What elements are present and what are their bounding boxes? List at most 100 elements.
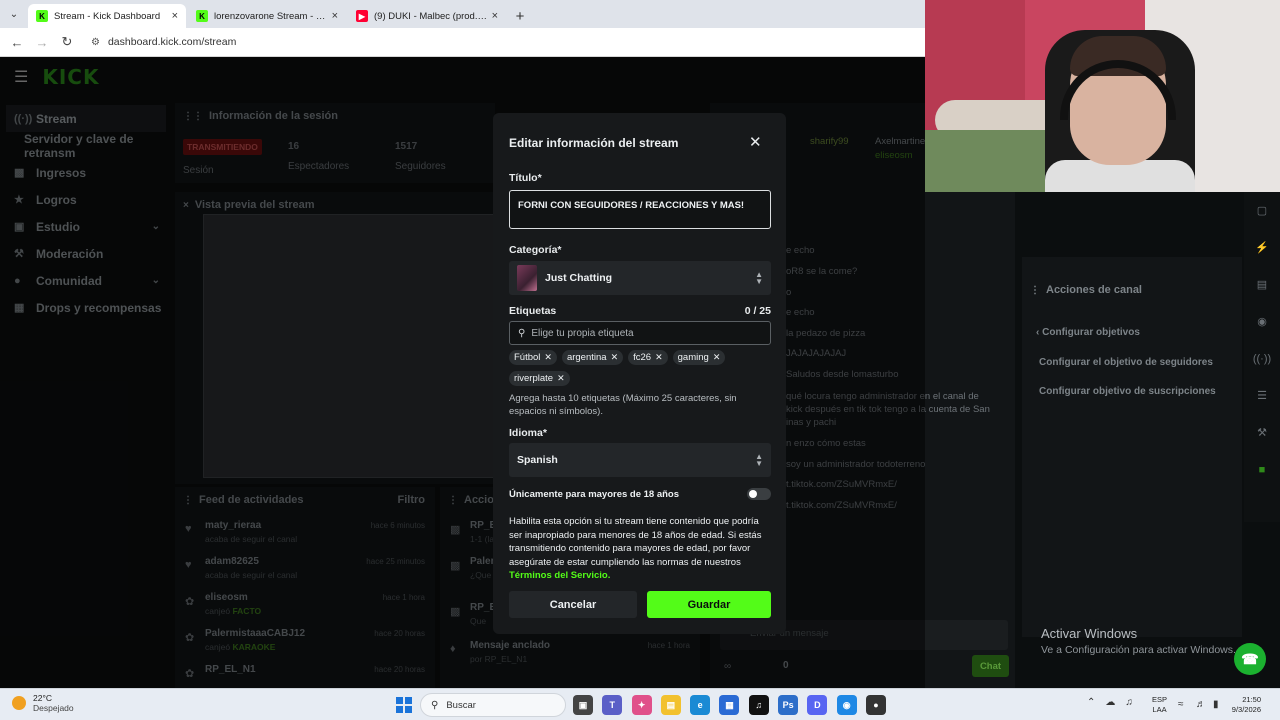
microphone-icon[interactable]: ♫ [1125, 697, 1133, 708]
discord-icon[interactable]: D [807, 695, 828, 715]
configure-goals-back[interactable]: ‹ Configurar objetivos [1036, 327, 1140, 338]
activate-sub: Ve a Configuración para activar Windows. [1041, 644, 1236, 656]
tag-chip-label: riverplate [514, 373, 554, 384]
tab-close-icon[interactable]: × [492, 10, 498, 22]
tab-search-chevron-icon[interactable]: ⌄ [0, 0, 28, 28]
windows-start-icon[interactable] [396, 697, 412, 713]
url-field[interactable]: ⚙ dashboard.kick.com/stream [91, 36, 236, 48]
document-icon[interactable]: ▤ [1244, 266, 1280, 303]
photoshop-icon[interactable]: Ps [778, 695, 799, 715]
windows-taskbar: 22°C Despejado ⚲ Buscar ▣ T ✦ ▤ e ▦ ♫ Ps … [0, 688, 1280, 720]
browser-tab-lorenzovarone[interactable]: K lorenzovarone Stream - Watch × [188, 4, 346, 28]
tag-chip: riverplate ✕ [509, 371, 570, 386]
close-icon[interactable]: ✕ [749, 133, 762, 151]
toggle-knob [749, 490, 757, 498]
wifi-icon[interactable]: ≈ [1178, 699, 1184, 710]
tab-title: lorenzovarone Stream - Watch [214, 10, 328, 22]
taskbar-search-label: Buscar [446, 699, 476, 711]
language-label: Idioma* [509, 427, 547, 439]
tag-chip-label: gaming [677, 352, 709, 363]
edge-icon[interactable]: e [690, 695, 711, 715]
remove-tag-icon[interactable]: ✕ [557, 373, 565, 384]
teams-icon[interactable]: T [602, 695, 623, 715]
drag-handle-icon[interactable]: ⋮ [1030, 285, 1040, 296]
tag-search-input[interactable]: ⚲ Elige tu propia etiqueta [509, 321, 771, 345]
modal-backdrop[interactable] [0, 57, 925, 688]
chevron-left-icon: ‹ [1036, 327, 1040, 338]
tag-chip: gaming ✕ [672, 350, 726, 365]
remove-tag-icon[interactable]: ✕ [655, 352, 663, 363]
broadcast-icon[interactable]: ((·)) [1244, 340, 1280, 377]
weather-desc: Despejado [33, 703, 74, 713]
clock-time: 21:50 [1242, 695, 1261, 704]
site-settings-icon[interactable]: ⚙ [91, 37, 100, 48]
subs-goal-option[interactable]: Configurar objetivo de suscripciones [1039, 386, 1216, 397]
followers-goal-option[interactable]: Configurar el objetivo de seguidores [1039, 357, 1213, 368]
remove-tag-icon[interactable]: ✕ [611, 352, 619, 363]
tab-close-icon[interactable]: × [332, 10, 338, 22]
language-value: Spanish [517, 454, 558, 466]
language-indicator[interactable]: ESP LAA [1152, 695, 1167, 715]
weather-widget[interactable]: 22°C Despejado [12, 693, 74, 713]
tag-chip-label: Fútbol [514, 352, 541, 363]
task-view-icon[interactable]: ▣ [573, 695, 593, 715]
store-icon[interactable]: ▦ [719, 695, 740, 715]
youtube-favicon-icon: ▶ [356, 10, 368, 22]
file-explorer-icon[interactable]: ▤ [660, 695, 681, 715]
tab-title: (9) DUKI - Malbec (prod. Bizarr [374, 10, 488, 22]
taskbar-clock[interactable]: 21:50 9/3/2026 [1231, 695, 1261, 715]
activate-windows-watermark: Activar Windows Ve a Configuración para … [1041, 626, 1236, 656]
browser-tab-kick-dashboard[interactable]: K Stream - Kick Dashboard × [28, 4, 186, 28]
channel-actions-panel: ⋮ Acciones de canal ‹ Configurar objetivo… [1022, 257, 1242, 637]
battery-icon[interactable]: ▮ [1213, 699, 1219, 710]
webcam-overlay [925, 0, 1280, 192]
copilot-icon[interactable]: ✦ [631, 695, 652, 715]
lightning-icon[interactable]: ⚡ [1244, 229, 1280, 266]
new-tab-plus-icon[interactable]: + [508, 4, 532, 28]
drag-icon[interactable]: ▢ [1244, 192, 1280, 229]
chat-bubble-icon[interactable]: ◉ [1244, 303, 1280, 340]
help-headset-icon[interactable]: ☎ [1234, 643, 1266, 675]
save-button[interactable]: Guardar [647, 591, 771, 618]
remove-tag-icon[interactable]: ✕ [544, 352, 552, 363]
chat-send-button[interactable]: Chat [972, 655, 1009, 677]
channel-actions-title: Acciones de canal [1046, 284, 1142, 296]
list-icon[interactable]: ☰ [1244, 377, 1280, 414]
wrench-icon[interactable]: ⚒ [1244, 414, 1280, 451]
remove-tag-icon[interactable]: ✕ [713, 352, 721, 363]
tags-label: Etiquetas [509, 305, 557, 317]
system-tray: ⌃ ☁ ♫ [1087, 697, 1143, 708]
search-icon: ⚲ [431, 699, 439, 711]
browser-tab-youtube[interactable]: ▶ (9) DUKI - Malbec (prod. Bizarr × [348, 4, 506, 28]
tab-close-icon[interactable]: × [172, 10, 178, 22]
activate-title: Activar Windows [1041, 626, 1138, 641]
lang-top: ESP [1152, 695, 1168, 704]
terms-of-service-link[interactable]: Términos del Servicio. [509, 570, 610, 581]
taskbar-search[interactable]: ⚲ Buscar [420, 693, 566, 717]
tags-hint: Agrega hasta 10 etiquetas (Máximo 25 car… [509, 393, 737, 417]
adult-content-label: Únicamente para mayores de 18 años [509, 489, 680, 500]
speaker-icon[interactable]: ♬ [1196, 699, 1206, 710]
stream-title-input[interactable]: FORNI CON SEGUIDORES / REACCIONES Y MAS! [509, 190, 771, 229]
network-icon[interactable]: ☁ [1105, 697, 1115, 708]
chrome-icon[interactable]: ◉ [836, 695, 857, 715]
tags-counter: 0 / 25 [744, 305, 771, 317]
reload-icon[interactable]: ↻ [56, 31, 78, 53]
back-arrow-icon[interactable]: ← [6, 31, 28, 53]
language-select[interactable]: Spanish ▲ ▼ [509, 443, 771, 477]
tag-chip-label: argentina [566, 352, 607, 363]
kick-app-icon[interactable]: ■ [1244, 451, 1280, 488]
category-select[interactable]: Just Chatting ▲ ▼ [509, 261, 771, 295]
taskbar-apps: ▣ T ✦ ▤ e ▦ ♫ Ps D ◉ ● [573, 695, 895, 715]
chevron-up-icon[interactable]: ⌃ [1087, 697, 1095, 708]
lang-bottom: LAA [1152, 705, 1167, 714]
cancel-button[interactable]: Cancelar [509, 591, 637, 618]
tiktok-icon[interactable]: ♫ [748, 695, 769, 715]
adult-content-toggle[interactable] [747, 488, 771, 500]
modal-title: Editar información del stream [509, 136, 679, 150]
right-icon-strip: ▢ ⚡ ▤ ◉ ((·)) ☰ ⚒ ■ [1244, 192, 1280, 522]
adult-content-description: Habilita esta opción si tu stream tiene … [509, 515, 771, 583]
forward-arrow-icon[interactable]: → [31, 31, 53, 53]
app-icon[interactable]: ● [865, 695, 886, 715]
browser-tab-bar: ⌄ K Stream - Kick Dashboard × K lorenzov… [0, 0, 925, 28]
